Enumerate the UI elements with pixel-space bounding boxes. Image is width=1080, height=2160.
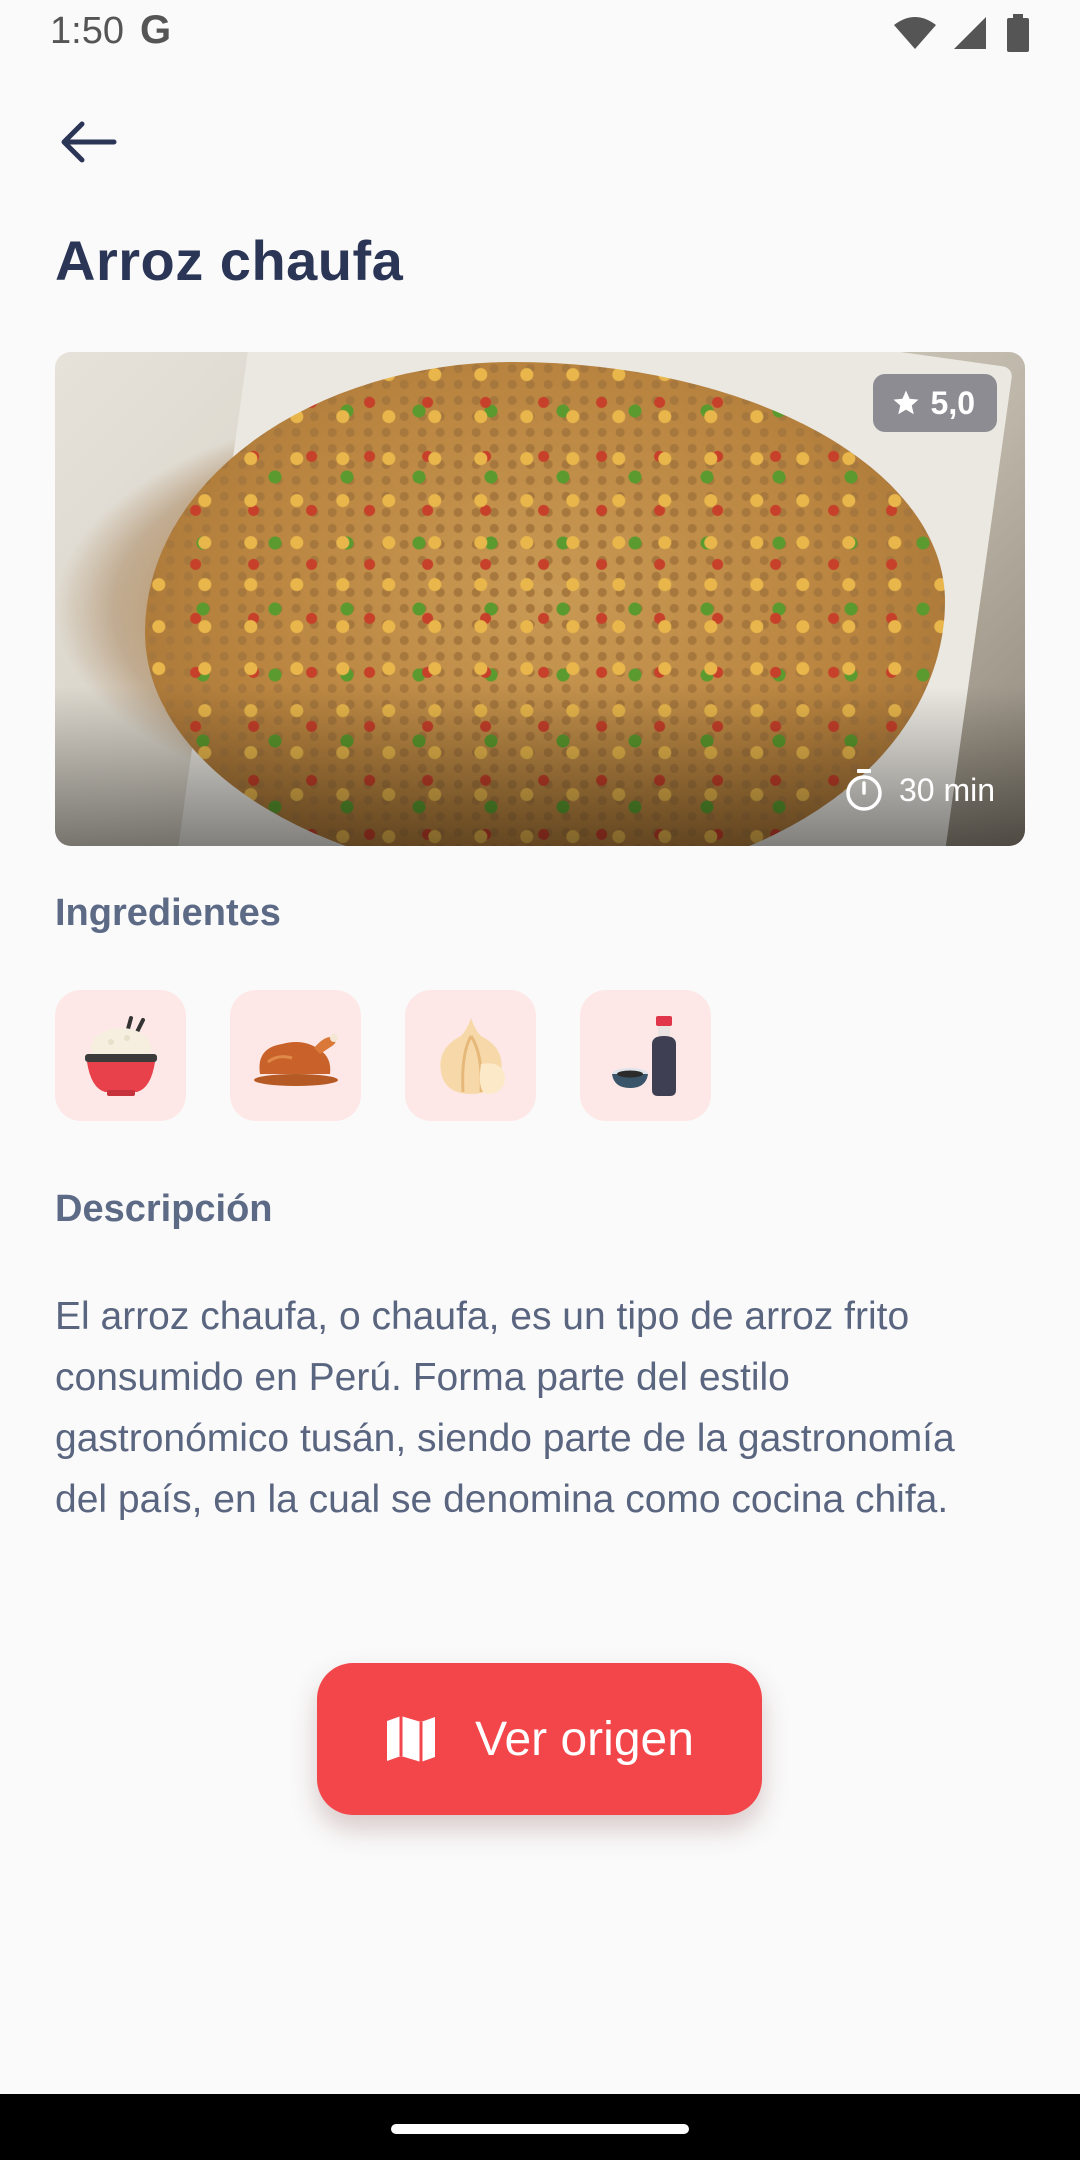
battery-icon bbox=[1007, 14, 1029, 52]
ver-origen-label: Ver origen bbox=[475, 1712, 694, 1766]
status-bar: 1:50 G bbox=[0, 0, 1080, 66]
ingredient-chicken[interactable] bbox=[230, 990, 361, 1121]
arrow-left-icon bbox=[61, 121, 117, 163]
recipe-detail-screen: 1:50 G Arroz chaufa 5,0 30 min Ingredien… bbox=[0, 0, 1080, 2160]
page-title: Arroz chaufa bbox=[55, 229, 404, 292]
rice-bowl-icon bbox=[84, 1015, 157, 1096]
status-time: 1:50 bbox=[50, 10, 124, 52]
rating-value: 5,0 bbox=[930, 384, 975, 421]
back-button[interactable] bbox=[40, 106, 136, 178]
ingredients-list bbox=[55, 990, 711, 1121]
cook-time-value: 30 min bbox=[898, 771, 995, 808]
garlic-icon bbox=[439, 1017, 505, 1094]
ingredient-soy-sauce[interactable] bbox=[580, 990, 711, 1121]
signal-icon bbox=[954, 17, 991, 49]
roast-chicken-icon bbox=[253, 1033, 338, 1086]
description-text: El arroz chaufa, o chaufa, es un tipo de… bbox=[55, 1295, 955, 1521]
map-icon bbox=[387, 1716, 436, 1762]
soy-sauce-icon bbox=[611, 1015, 676, 1096]
star-icon bbox=[893, 390, 919, 415]
home-gesture-handle[interactable] bbox=[391, 2124, 689, 2134]
ingredient-rice[interactable] bbox=[55, 990, 186, 1121]
description-heading: Descripción bbox=[55, 1188, 273, 1230]
ver-origen-button[interactable]: Ver origen bbox=[317, 1663, 762, 1815]
rating-badge: 5,0 bbox=[872, 374, 997, 432]
recipe-image: 5,0 30 min bbox=[55, 352, 1025, 846]
status-icons bbox=[892, 14, 1030, 52]
wifi-icon bbox=[894, 17, 936, 49]
ingredient-garlic[interactable] bbox=[405, 990, 536, 1121]
google-icon: G bbox=[140, 8, 172, 52]
image-shade bbox=[55, 686, 1025, 846]
timer-icon bbox=[846, 769, 882, 811]
ingredients-heading: Ingredientes bbox=[55, 892, 281, 934]
cook-time: 30 min bbox=[843, 768, 995, 812]
